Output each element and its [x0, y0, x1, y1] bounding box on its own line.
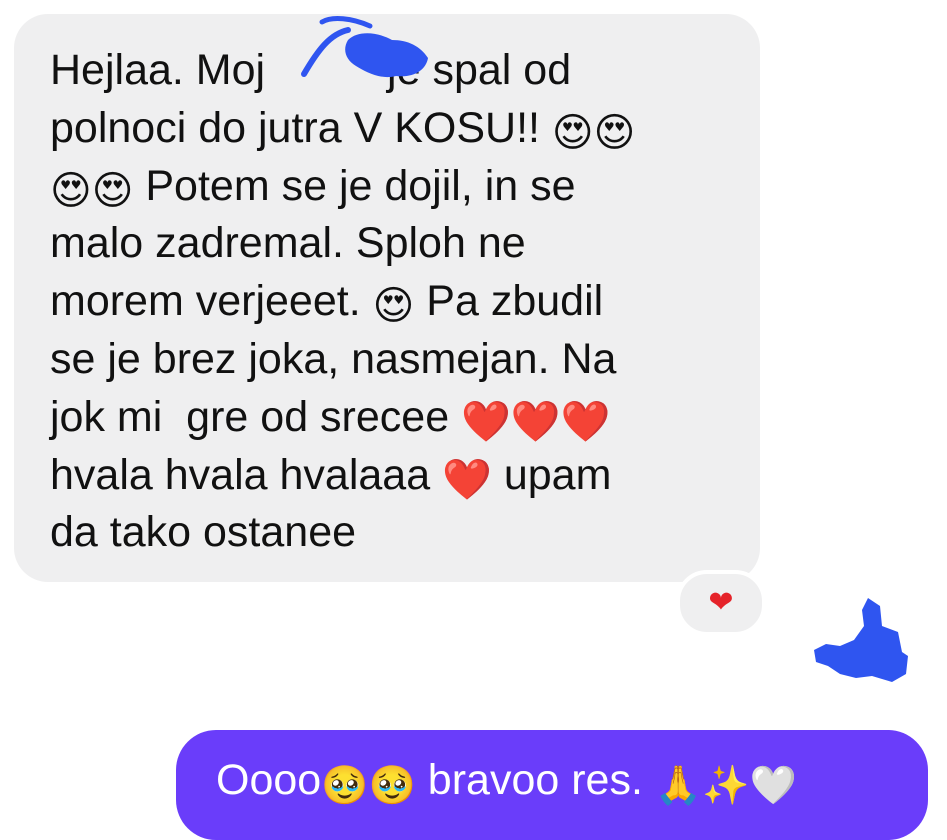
- text-segment: hvala hvala hvalaaa: [50, 450, 431, 499]
- text-segment: polnoci do jutra V KOSU!!: [50, 103, 540, 152]
- sparkles-emoji-icon: ✨: [702, 763, 750, 807]
- white-heart-emoji-icon: 🤍: [749, 763, 797, 807]
- red-heart-emoji-icon: ❤️: [442, 456, 492, 503]
- text-segment: Hejlaa. Moj: [50, 46, 278, 94]
- pleading-face-emoji-icon: 🥹: [368, 763, 416, 807]
- heart-eyes-emoji-icon: 😍: [91, 167, 134, 214]
- incoming-message-bubble[interactable]: Hejlaa. Moj je spal od polnoci do jutra …: [14, 14, 760, 582]
- heart-reaction-icon: ❤: [708, 585, 734, 620]
- message-line-8: hvala hvala hvalaaa ❤️ upam: [50, 447, 740, 505]
- outgoing-text-start: Oooo: [216, 756, 322, 804]
- text-segment: da tako ostanee: [50, 508, 357, 557]
- message-line-5: morem verjeeet. 😍 Pa zbudil: [50, 273, 740, 331]
- red-heart-emoji-icon: ❤️: [461, 398, 511, 445]
- text-segment: upam: [503, 450, 612, 499]
- text-segment: malo zadremal. Sploh ne: [50, 219, 526, 268]
- pleading-face-emoji-icon: 🥹: [321, 763, 369, 807]
- message-reaction-badge[interactable]: ❤: [676, 570, 766, 636]
- message-line-4: malo zadremal. Sploh ne: [50, 215, 740, 273]
- text-segment: jok mi gre od srecee: [50, 392, 450, 441]
- heart-eyes-emoji-icon: 😍: [372, 283, 415, 330]
- message-line-3: 😍😍 Potem se je dojil, in se: [50, 158, 740, 216]
- message-line-2: polnoci do jutra V KOSU!! 😍😍: [50, 100, 740, 158]
- outgoing-message-bubble[interactable]: Oooo🥹🥹 bravoo res. 🙏✨🤍: [176, 730, 928, 840]
- redacted-avatar: [814, 598, 908, 682]
- text-segment: se je brez joka, nasmejan. Na: [50, 334, 617, 383]
- text-segment: Pa zbudil: [426, 277, 604, 326]
- heart-eyes-emoji-icon: 😍: [551, 109, 594, 156]
- text-segment: morem verjeeet.: [50, 277, 361, 326]
- redaction-scribble: [301, 16, 428, 78]
- red-heart-emoji-icon: ❤️: [510, 398, 561, 445]
- red-heart-emoji-icon: ❤️: [560, 398, 611, 445]
- message-line-6: se je brez joka, nasmejan. Na: [50, 331, 740, 389]
- text-segment: Potem se je dojil, in se: [145, 161, 576, 210]
- folded-hands-emoji-icon: 🙏: [654, 763, 703, 807]
- message-line-7: jok mi gre od srecee ❤️❤️❤️: [50, 389, 740, 447]
- outgoing-text-mid: bravoo res.: [415, 756, 655, 804]
- heart-eyes-emoji-icon: 😍: [50, 167, 92, 214]
- incoming-message-text: Hejlaa. Moj je spal od polnoci do jutra …: [50, 42, 740, 562]
- message-line-9: da tako ostanee: [50, 504, 740, 562]
- heart-eyes-emoji-icon: 😍: [593, 109, 636, 156]
